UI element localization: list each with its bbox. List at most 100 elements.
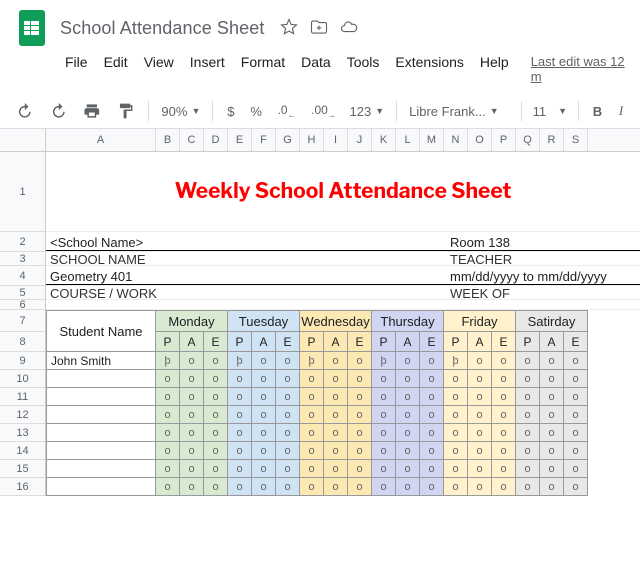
course-cell[interactable]: Geometry 401: [46, 266, 446, 285]
attendance-cell[interactable]: o: [564, 478, 588, 496]
attendance-cell[interactable]: o: [516, 388, 540, 406]
attendance-cell[interactable]: o: [300, 442, 324, 460]
attendance-cell[interactable]: o: [444, 388, 468, 406]
attendance-cell[interactable]: o: [276, 424, 300, 442]
attendance-cell[interactable]: o: [276, 406, 300, 424]
attendance-cell[interactable]: o: [276, 388, 300, 406]
attendance-cell[interactable]: o: [444, 370, 468, 388]
attendance-cell[interactable]: þ: [372, 352, 396, 370]
italic-button[interactable]: I: [612, 99, 630, 123]
row-header-2[interactable]: 2: [0, 232, 45, 252]
attendance-cell[interactable]: o: [348, 352, 372, 370]
attendance-cell[interactable]: o: [204, 406, 228, 424]
attendance-cell[interactable]: o: [156, 388, 180, 406]
attendance-cell[interactable]: o: [252, 442, 276, 460]
attendance-cell[interactable]: o: [468, 406, 492, 424]
attendance-cell[interactable]: o: [468, 352, 492, 370]
attendance-cell[interactable]: o: [324, 478, 348, 496]
font-select[interactable]: Libre Frank...▼: [405, 102, 513, 121]
row-header-8[interactable]: 8: [0, 332, 45, 352]
attendance-cell[interactable]: o: [492, 442, 516, 460]
student-name-cell[interactable]: [46, 478, 156, 496]
attendance-cell[interactable]: o: [420, 442, 444, 460]
attendance-cell[interactable]: o: [228, 460, 252, 478]
col-header-E[interactable]: E: [228, 129, 252, 151]
col-header-K[interactable]: K: [372, 129, 396, 151]
attendance-cell[interactable]: o: [420, 352, 444, 370]
col-header-G[interactable]: G: [276, 129, 300, 151]
attendance-cell[interactable]: o: [540, 388, 564, 406]
row-header-9[interactable]: 9: [0, 352, 45, 370]
attendance-cell[interactable]: þ: [156, 352, 180, 370]
attendance-cell[interactable]: o: [324, 406, 348, 424]
select-all-corner[interactable]: [0, 129, 46, 151]
col-header-M[interactable]: M: [420, 129, 444, 151]
attendance-cell[interactable]: o: [204, 352, 228, 370]
zoom-select[interactable]: 90%▼: [157, 102, 204, 121]
attendance-cell[interactable]: o: [564, 352, 588, 370]
attendance-cell[interactable]: o: [468, 388, 492, 406]
col-header-H[interactable]: H: [300, 129, 324, 151]
attendance-cell[interactable]: o: [564, 424, 588, 442]
attendance-cell[interactable]: o: [300, 460, 324, 478]
attendance-cell[interactable]: o: [540, 352, 564, 370]
attendance-cell[interactable]: o: [324, 424, 348, 442]
attendance-cell[interactable]: o: [540, 460, 564, 478]
attendance-cell[interactable]: o: [564, 370, 588, 388]
doc-title[interactable]: School Attendance Sheet: [60, 18, 264, 39]
attendance-cell[interactable]: o: [444, 460, 468, 478]
menu-data[interactable]: Data: [294, 50, 338, 88]
print-button[interactable]: [77, 98, 107, 124]
attendance-cell[interactable]: o: [516, 478, 540, 496]
attendance-cell[interactable]: o: [516, 442, 540, 460]
col-header-D[interactable]: D: [204, 129, 228, 151]
attendance-cell[interactable]: þ: [444, 352, 468, 370]
attendance-cell[interactable]: o: [276, 352, 300, 370]
attendance-cell[interactable]: o: [156, 370, 180, 388]
attendance-cell[interactable]: o: [564, 388, 588, 406]
attendance-cell[interactable]: o: [276, 442, 300, 460]
attendance-cell[interactable]: o: [180, 442, 204, 460]
spreadsheet-cells[interactable]: Weekly School Attendance Sheet <School N…: [46, 152, 640, 496]
attendance-cell[interactable]: o: [300, 388, 324, 406]
row-header-16[interactable]: 16: [0, 478, 45, 496]
decrease-decimal-button[interactable]: .0←: [272, 99, 302, 123]
undo-button[interactable]: [10, 98, 40, 124]
cloud-icon[interactable]: [340, 18, 358, 39]
attendance-cell[interactable]: o: [156, 406, 180, 424]
currency-button[interactable]: $: [221, 100, 240, 123]
attendance-cell[interactable]: o: [180, 478, 204, 496]
attendance-cell[interactable]: o: [444, 424, 468, 442]
row-header-4[interactable]: 4: [0, 266, 45, 286]
attendance-cell[interactable]: o: [180, 370, 204, 388]
star-icon[interactable]: [280, 18, 298, 39]
menu-help[interactable]: Help: [473, 50, 516, 88]
more-formats-select[interactable]: 123▼: [346, 102, 389, 121]
menu-edit[interactable]: Edit: [97, 50, 135, 88]
attendance-cell[interactable]: o: [156, 424, 180, 442]
attendance-cell[interactable]: o: [396, 352, 420, 370]
attendance-cell[interactable]: o: [420, 370, 444, 388]
attendance-cell[interactable]: o: [204, 460, 228, 478]
attendance-cell[interactable]: o: [420, 478, 444, 496]
col-header-J[interactable]: J: [348, 129, 372, 151]
row-header-11[interactable]: 11: [0, 388, 45, 406]
attendance-cell[interactable]: o: [564, 442, 588, 460]
sheets-logo[interactable]: [12, 8, 52, 48]
attendance-cell[interactable]: o: [468, 370, 492, 388]
attendance-cell[interactable]: o: [228, 424, 252, 442]
week-cell[interactable]: mm/dd/yyyy to mm/dd/yyyy: [446, 266, 640, 285]
attendance-cell[interactable]: o: [348, 388, 372, 406]
attendance-cell[interactable]: o: [156, 442, 180, 460]
col-header-O[interactable]: O: [468, 129, 492, 151]
attendance-cell[interactable]: o: [468, 424, 492, 442]
school-name-cell[interactable]: <School Name>: [46, 232, 446, 251]
attendance-cell[interactable]: o: [564, 460, 588, 478]
attendance-cell[interactable]: o: [420, 424, 444, 442]
student-name-cell[interactable]: John Smith: [46, 352, 156, 370]
col-header-R[interactable]: R: [540, 129, 564, 151]
attendance-cell[interactable]: o: [444, 406, 468, 424]
attendance-cell[interactable]: o: [228, 370, 252, 388]
attendance-cell[interactable]: o: [468, 460, 492, 478]
attendance-cell[interactable]: o: [564, 406, 588, 424]
